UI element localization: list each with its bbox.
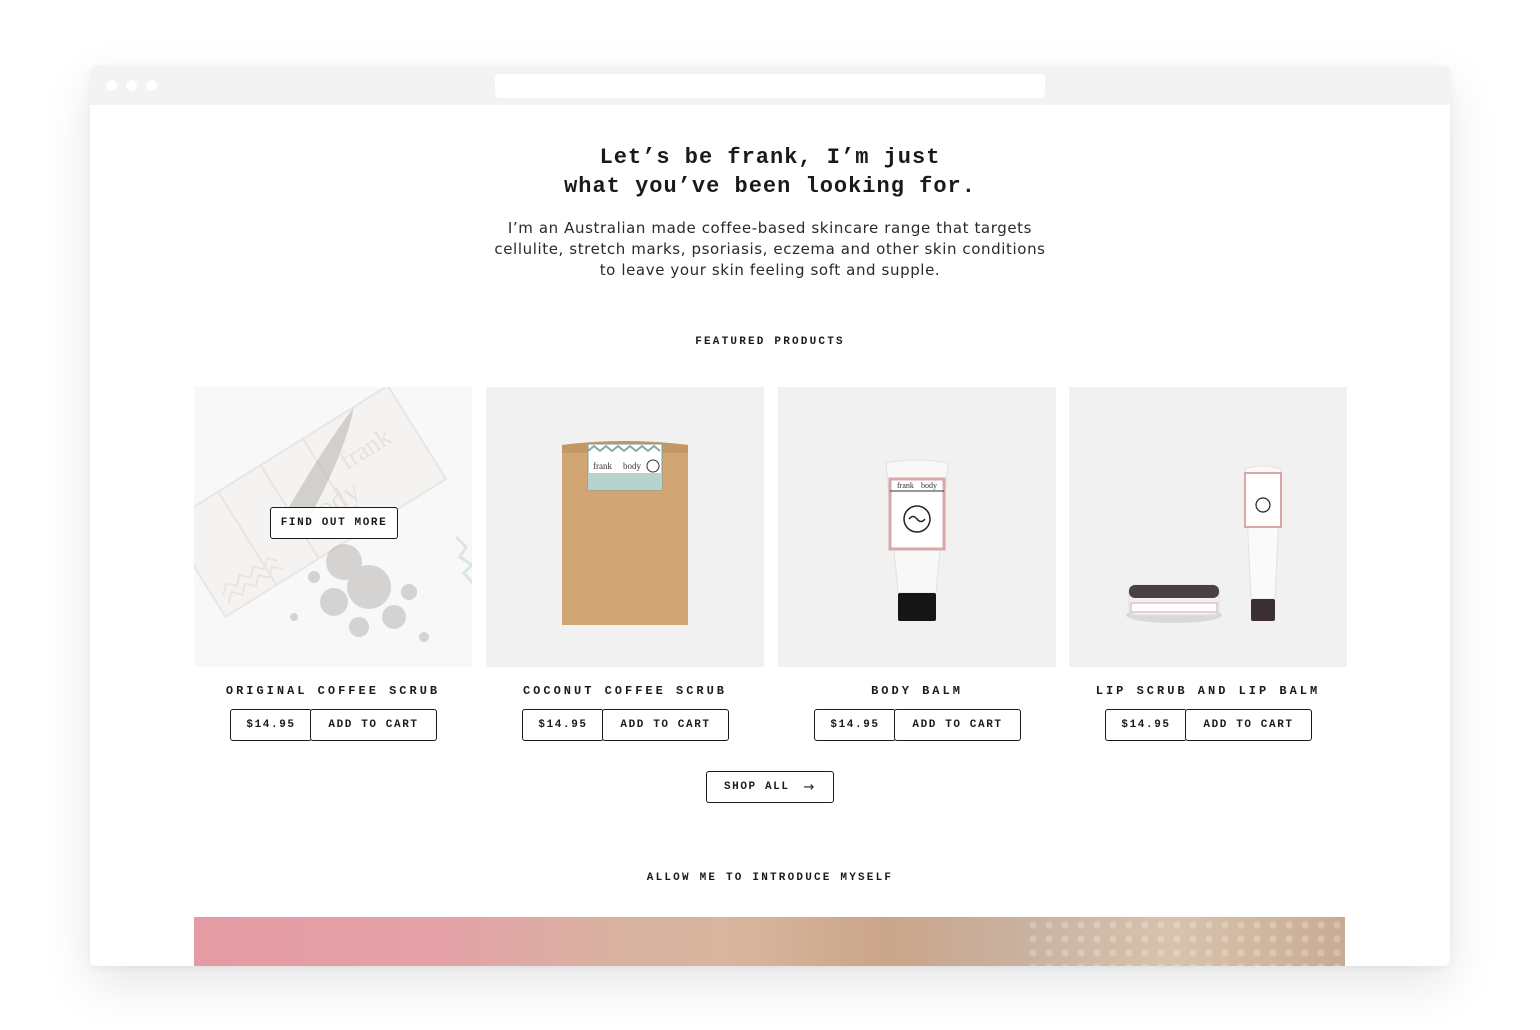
add-to-cart-button[interactable]: ADD TO CART xyxy=(1185,709,1312,741)
featured-products-heading: FEATURED PRODUCTS xyxy=(695,336,845,348)
price-button[interactable]: $14.95 xyxy=(230,709,312,741)
intro-line-2: cellulite, stretch marks, psoriasis, ecz… xyxy=(494,240,1046,258)
product-image-body-balm[interactable]: frank body xyxy=(778,387,1056,667)
product-name: LIP SCRUB AND LIP BALM xyxy=(1095,684,1321,698)
add-to-cart-button[interactable]: ADD TO CART xyxy=(602,709,729,741)
product-card-lip-scrub-and-lip-balm: LIP SCRUB AND LIP BALM $14.95 ADD TO CAR… xyxy=(1069,387,1347,741)
kraft-pouch-illustration: frank body xyxy=(562,441,688,625)
intro-paragraph: I’m an Australian made coffee-based skin… xyxy=(450,218,1090,281)
product-card-body-balm: frank body BODY BALM $14.95 ADD TO CART xyxy=(778,387,1056,741)
product-actions: $14.95 ADD TO CART xyxy=(1069,709,1347,741)
add-to-cart-button[interactable]: ADD TO CART xyxy=(894,709,1021,741)
product-image-original-coffee-scrub[interactable]: body frank FIND OUT MORE xyxy=(194,387,472,667)
window-minimize-dot[interactable] xyxy=(126,80,137,91)
window-close-dot[interactable] xyxy=(106,80,117,91)
shop-all-label: SHOP ALL xyxy=(723,781,790,793)
price-button[interactable]: $14.95 xyxy=(522,709,604,741)
address-bar[interactable] xyxy=(495,74,1045,98)
product-card-original-coffee-scrub: body frank FIND OUT MORE ORIGINAL COFFEE… xyxy=(194,387,472,741)
product-image-lip-scrub-and-lip-balm[interactable] xyxy=(1069,387,1347,667)
svg-text:frank: frank xyxy=(593,461,612,471)
find-out-more-button[interactable]: FIND OUT MORE xyxy=(270,507,398,539)
headline-line-2: what you’ve been looking for. xyxy=(564,174,976,199)
page-headline: Let’s be frank, I’m just what you’ve bee… xyxy=(420,143,1120,201)
product-name: ORIGINAL COFFEE SCRUB xyxy=(225,684,441,698)
svg-text:body: body xyxy=(921,481,937,490)
svg-text:frank: frank xyxy=(897,481,914,490)
product-image-coconut-coffee-scrub[interactable]: frank body xyxy=(486,387,764,667)
product-actions: $14.95 ADD TO CART xyxy=(778,709,1056,741)
product-actions: $14.95 ADD TO CART xyxy=(194,709,472,741)
svg-text:body: body xyxy=(623,461,642,471)
arrow-right-icon: → xyxy=(803,779,817,795)
lip-products-illustration xyxy=(1126,465,1282,623)
page-content: Let’s be frank, I’m just what you’ve bee… xyxy=(90,105,1450,966)
intro-hero-image xyxy=(194,917,1345,966)
product-actions: $14.95 ADD TO CART xyxy=(486,709,764,741)
browser-window: Let’s be frank, I’m just what you’ve bee… xyxy=(90,66,1450,966)
product-card-coconut-coffee-scrub: frank body COCONUT COFFEE SCRUB $14.95 A… xyxy=(486,387,764,741)
intro-line-3: to leave your skin feeling soft and supp… xyxy=(599,261,941,279)
body-balm-tube-illustration: frank body xyxy=(885,459,949,621)
product-name: COCONUT COFFEE SCRUB xyxy=(522,684,728,698)
add-to-cart-button[interactable]: ADD TO CART xyxy=(310,709,437,741)
intro-line-1: I’m an Australian made coffee-based skin… xyxy=(507,219,1033,237)
browser-titlebar xyxy=(90,66,1450,105)
window-maximize-dot[interactable] xyxy=(146,80,157,91)
introduce-heading: ALLOW ME TO INTRODUCE MYSELF xyxy=(646,872,894,884)
shop-all-button[interactable]: SHOP ALL → xyxy=(706,771,834,803)
headline-line-1: Let’s be frank, I’m just xyxy=(599,145,941,170)
fabric-pattern xyxy=(1025,917,1345,966)
price-button[interactable]: $14.95 xyxy=(814,709,896,741)
price-button[interactable]: $14.95 xyxy=(1105,709,1187,741)
product-name: BODY BALM xyxy=(871,684,963,698)
